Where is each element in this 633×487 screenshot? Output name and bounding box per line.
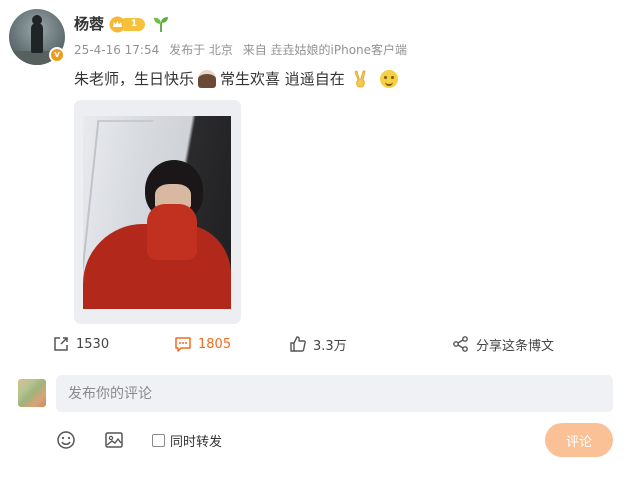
author-name[interactable]: 杨蓉 bbox=[74, 13, 104, 34]
thumbs-up-icon bbox=[290, 336, 306, 352]
post-text-segment-1: 朱老师，生日快乐 bbox=[74, 70, 195, 88]
post-text-segment-2: 常生欢喜 逍遥自在 bbox=[220, 70, 345, 88]
current-user-avatar[interactable] bbox=[18, 379, 46, 407]
image-upload-icon[interactable] bbox=[104, 430, 124, 450]
repost-count: 1530 bbox=[76, 336, 110, 352]
post-meta: 25-4-16 17:54 发布于 北京 来自 垚垚姑娘的iPhone客户端 bbox=[74, 41, 413, 58]
level-badge: 1 bbox=[123, 18, 145, 31]
like-button[interactable]: 3.3万 bbox=[289, 333, 347, 355]
comment-input[interactable] bbox=[56, 375, 613, 412]
post-image-card[interactable] bbox=[74, 100, 241, 324]
avatar-figure bbox=[31, 15, 43, 53]
post-text: 朱老师，生日快乐 常生欢喜 逍遥自在 bbox=[74, 68, 402, 89]
share-icon bbox=[453, 336, 468, 352]
share-button[interactable]: 分享这条博文 bbox=[452, 333, 554, 355]
repost-checkbox[interactable] bbox=[152, 434, 165, 447]
sprout-icon bbox=[154, 17, 168, 32]
emoji-picker-icon[interactable] bbox=[56, 430, 76, 450]
comment-icon bbox=[175, 337, 191, 352]
post-photo[interactable] bbox=[83, 116, 231, 309]
verified-badge-icon: v bbox=[49, 47, 65, 63]
smile-emoji-icon bbox=[380, 69, 399, 88]
member-badge[interactable]: 1 bbox=[109, 16, 147, 33]
photo-collar bbox=[147, 204, 197, 260]
post-source: 来自 垚垚姑娘的iPhone客户端 bbox=[242, 43, 408, 57]
repost-button[interactable]: 1530 bbox=[52, 333, 109, 355]
repost-toggle-label: 同时转发 bbox=[170, 435, 223, 450]
action-bar: 1530 1805 3.3万 分享这条博文 bbox=[0, 333, 633, 355]
repost-toggle[interactable]: 同时转发 bbox=[152, 431, 222, 450]
share-label: 分享这条博文 bbox=[476, 338, 555, 354]
post-location: 发布于 北京 bbox=[169, 43, 233, 57]
submit-comment-button[interactable]: 评论 bbox=[545, 423, 613, 457]
repost-icon bbox=[54, 337, 68, 351]
post-timestamp[interactable]: 25-4-16 17:54 bbox=[74, 43, 159, 57]
comment-count: 1805 bbox=[198, 336, 232, 352]
cake-emoji-icon bbox=[198, 69, 217, 88]
victory-hand-emoji-icon bbox=[354, 69, 366, 87]
comment-button[interactable]: 1805 bbox=[174, 333, 231, 355]
like-count: 3.3万 bbox=[313, 338, 347, 354]
